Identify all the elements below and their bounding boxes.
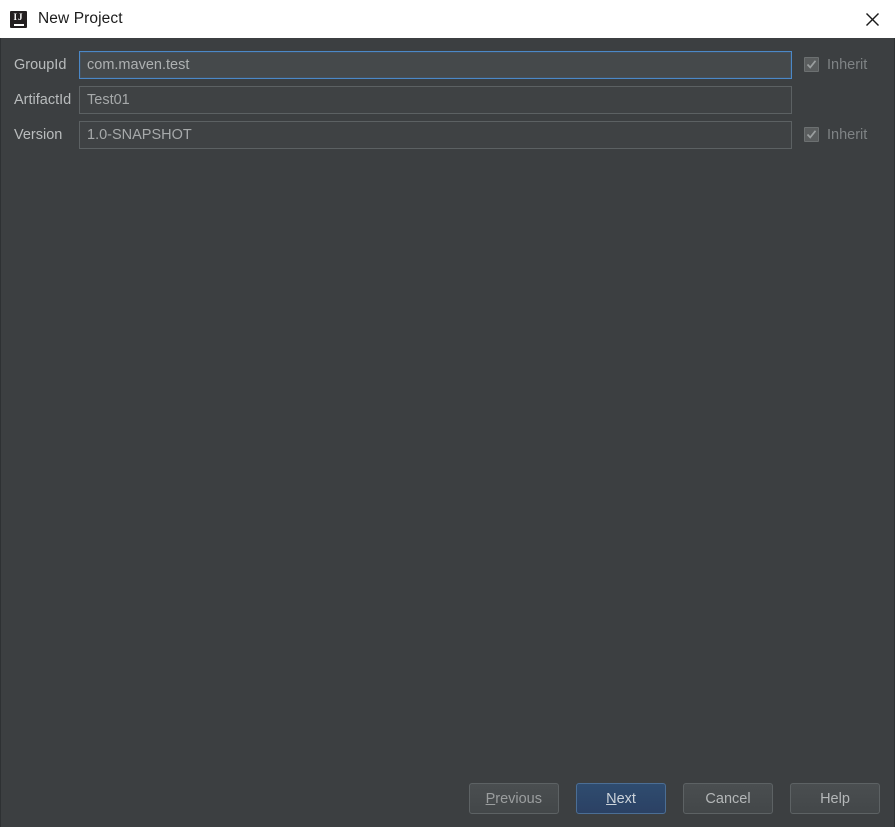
groupid-inherit-label: Inherit (827, 57, 867, 73)
maven-coordinates-form: GroupId com.maven.test Inherit ArtifactI… (1, 47, 894, 152)
window-title: New Project (38, 10, 123, 28)
artifactid-input[interactable]: Test01 (79, 86, 792, 114)
groupid-label: GroupId (1, 57, 79, 73)
intellij-idea-icon: IJ (10, 11, 27, 28)
groupid-input[interactable]: com.maven.test (79, 51, 792, 79)
groupid-inherit-group[interactable]: Inherit (804, 57, 894, 73)
previous-button[interactable]: Previous (469, 783, 559, 814)
artifactid-label: ArtifactId (1, 92, 79, 108)
previous-button-mnemonic: P (486, 791, 496, 807)
form-row-version: Version 1.0-SNAPSHOT Inherit (1, 117, 894, 152)
previous-button-label: revious (495, 791, 542, 807)
close-icon (865, 12, 880, 27)
title-bar: IJ New Project (0, 0, 895, 38)
form-row-artifactid: ArtifactId Test01 (1, 82, 894, 117)
check-icon (806, 59, 817, 70)
new-project-dialog: IJ New Project GroupId com.maven.test (0, 0, 895, 827)
cancel-button-label: Cancel (705, 791, 750, 807)
check-icon (806, 129, 817, 140)
next-button-label: ext (617, 791, 636, 807)
cancel-button[interactable]: Cancel (683, 783, 773, 814)
help-button[interactable]: Help (790, 783, 880, 814)
app-icon-underline (14, 24, 24, 26)
close-button[interactable] (849, 0, 895, 38)
dialog-button-bar: Previous Next Cancel Help (469, 783, 880, 814)
version-inherit-group[interactable]: Inherit (804, 127, 894, 143)
help-button-label: Help (820, 791, 850, 807)
form-row-groupid: GroupId com.maven.test Inherit (1, 47, 894, 82)
dialog-body: GroupId com.maven.test Inherit ArtifactI… (0, 38, 895, 827)
version-input[interactable]: 1.0-SNAPSHOT (79, 121, 792, 149)
version-inherit-checkbox[interactable] (804, 127, 819, 142)
next-button-mnemonic: N (606, 791, 616, 807)
app-icon-letters: IJ (13, 13, 23, 22)
groupid-inherit-checkbox[interactable] (804, 57, 819, 72)
version-label: Version (1, 127, 79, 143)
version-inherit-label: Inherit (827, 127, 867, 143)
next-button[interactable]: Next (576, 783, 666, 814)
